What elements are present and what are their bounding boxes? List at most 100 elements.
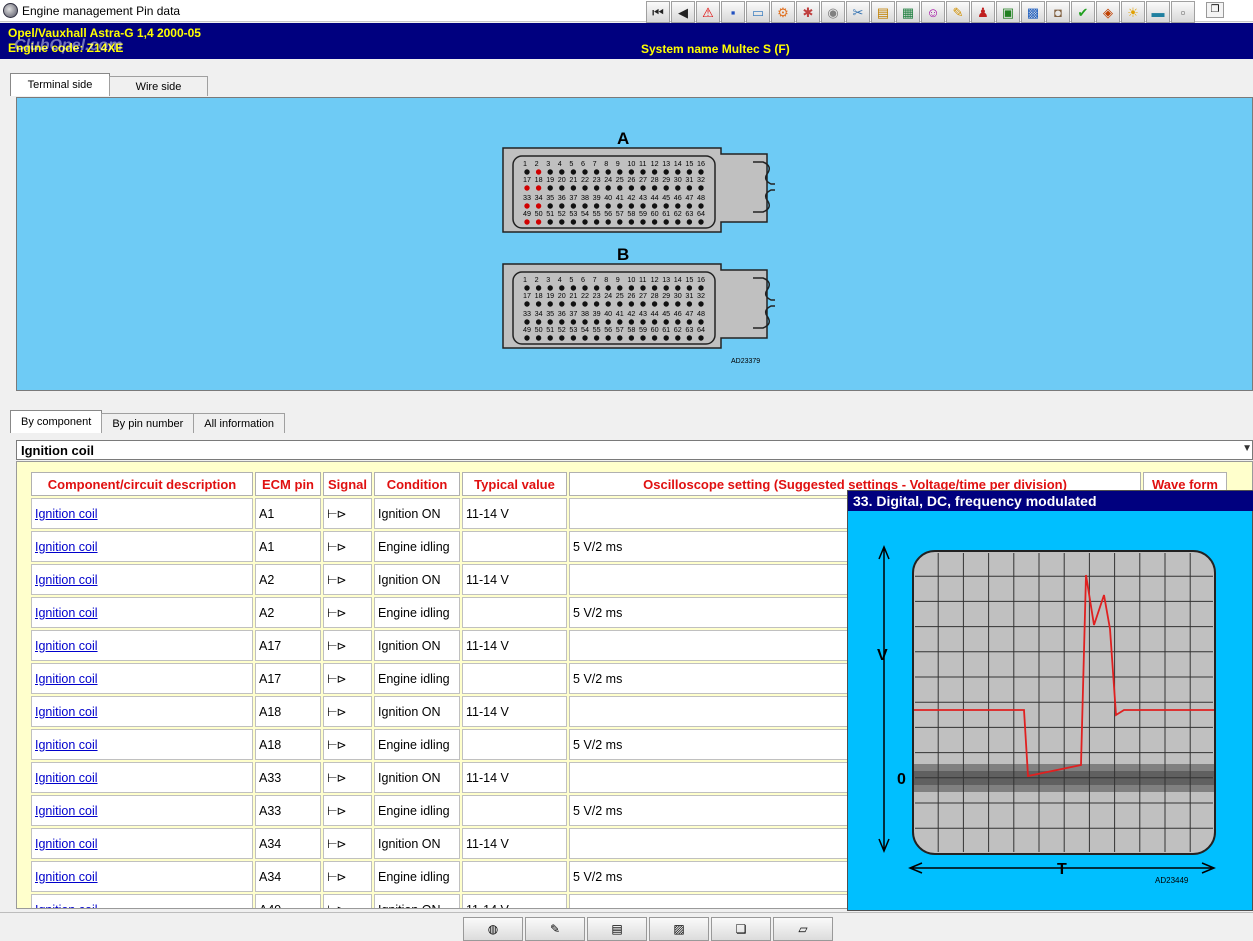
pin[interactable] xyxy=(686,203,693,209)
pin[interactable] xyxy=(640,203,646,209)
pin[interactable] xyxy=(535,319,542,325)
pin[interactable] xyxy=(582,285,588,291)
pin[interactable] xyxy=(628,301,635,307)
copy-icon[interactable]: ❏ xyxy=(711,917,771,941)
pin[interactable] xyxy=(605,301,611,307)
pin[interactable] xyxy=(663,219,669,225)
pin[interactable] xyxy=(686,169,693,175)
pin[interactable] xyxy=(559,185,565,191)
component-link[interactable]: Ignition coil xyxy=(35,639,98,653)
figure-icon[interactable]: ☺ xyxy=(921,1,945,23)
pin[interactable] xyxy=(628,319,635,325)
pin[interactable] xyxy=(651,285,658,291)
pin[interactable] xyxy=(663,285,669,291)
pin[interactable] xyxy=(651,301,658,307)
pin[interactable] xyxy=(617,301,623,307)
component-select[interactable]: Ignition coil ▼ xyxy=(16,440,1253,460)
pencil-icon[interactable]: ✎ xyxy=(525,917,585,941)
component-link[interactable]: Ignition coil xyxy=(35,672,98,686)
pin[interactable] xyxy=(570,319,577,325)
pin[interactable] xyxy=(640,319,646,325)
pin[interactable] xyxy=(559,219,565,225)
pin[interactable] xyxy=(605,335,611,341)
pin-highlighted[interactable] xyxy=(524,203,530,209)
disc-icon[interactable]: ◉ xyxy=(821,1,845,23)
pin[interactable] xyxy=(593,169,600,175)
chevron-down-icon[interactable]: ▼ xyxy=(1242,443,1252,454)
restore-window-button[interactable]: ❐ xyxy=(1206,2,1224,18)
pin[interactable] xyxy=(547,185,553,191)
pin[interactable] xyxy=(651,335,658,341)
pin-highlighted[interactable] xyxy=(535,169,542,175)
pin[interactable] xyxy=(582,185,588,191)
pin[interactable] xyxy=(570,219,577,225)
pin[interactable] xyxy=(524,285,530,291)
pin[interactable] xyxy=(698,285,704,291)
chart-icon[interactable]: ▤ xyxy=(871,1,895,23)
pin[interactable] xyxy=(617,203,623,209)
pin[interactable] xyxy=(617,319,623,325)
component-link[interactable]: Ignition coil xyxy=(35,507,98,521)
note-icon[interactable]: ▫ xyxy=(1171,1,1195,23)
pin[interactable] xyxy=(617,285,623,291)
pen-icon[interactable]: ✎ xyxy=(946,1,970,23)
pin[interactable] xyxy=(651,185,658,191)
pin-highlighted[interactable] xyxy=(535,219,542,225)
pin[interactable] xyxy=(675,185,681,191)
pin[interactable] xyxy=(593,335,600,341)
pin[interactable] xyxy=(582,335,588,341)
pin[interactable] xyxy=(559,169,565,175)
pin[interactable] xyxy=(535,335,542,341)
pin[interactable] xyxy=(675,169,681,175)
pin[interactable] xyxy=(617,219,623,225)
pin[interactable] xyxy=(640,335,646,341)
pin[interactable] xyxy=(559,203,565,209)
pin-highlighted[interactable] xyxy=(535,185,542,191)
pin[interactable] xyxy=(698,169,704,175)
pin[interactable] xyxy=(605,169,611,175)
calendar-icon[interactable]: ▦ xyxy=(896,1,920,23)
component-link[interactable]: Ignition coil xyxy=(35,837,98,851)
pin[interactable] xyxy=(582,169,588,175)
pin[interactable] xyxy=(547,335,553,341)
pin[interactable] xyxy=(547,301,553,307)
stamp-icon[interactable]: ◈ xyxy=(1096,1,1120,23)
first-page-icon[interactable]: ⏮ xyxy=(646,1,670,23)
battery-icon[interactable]: ▬ xyxy=(1146,1,1170,23)
pin[interactable] xyxy=(698,335,704,341)
component-link[interactable]: Ignition coil xyxy=(35,540,98,554)
pin[interactable] xyxy=(547,319,553,325)
pin[interactable] xyxy=(663,319,669,325)
pin[interactable] xyxy=(617,169,623,175)
pin[interactable] xyxy=(698,185,704,191)
sensor-icon[interactable]: ✱ xyxy=(796,1,820,23)
pin[interactable] xyxy=(640,219,646,225)
screen-icon[interactable]: ▭ xyxy=(746,1,770,23)
pin[interactable] xyxy=(593,319,600,325)
pin[interactable] xyxy=(570,285,577,291)
pin[interactable] xyxy=(628,335,635,341)
pin[interactable] xyxy=(547,169,553,175)
pin[interactable] xyxy=(593,285,600,291)
pin[interactable] xyxy=(524,301,530,307)
pin[interactable] xyxy=(663,185,669,191)
pin[interactable] xyxy=(605,185,611,191)
pin[interactable] xyxy=(675,335,681,341)
pin-highlighted[interactable] xyxy=(524,219,530,225)
pin[interactable] xyxy=(570,203,577,209)
pin[interactable] xyxy=(570,185,577,191)
sun-icon[interactable]: ☀ xyxy=(1121,1,1145,23)
pin[interactable] xyxy=(535,301,542,307)
pin[interactable] xyxy=(628,203,635,209)
tab-by-component[interactable]: By component xyxy=(10,410,103,433)
pin[interactable] xyxy=(651,319,658,325)
pin[interactable] xyxy=(640,301,646,307)
tab-all-information[interactable]: All information xyxy=(193,413,285,433)
pin[interactable] xyxy=(675,319,681,325)
component-link[interactable]: Ignition coil xyxy=(35,870,98,884)
pin[interactable] xyxy=(593,185,600,191)
chart-note-icon[interactable]: ▨ xyxy=(649,917,709,941)
pin[interactable] xyxy=(651,203,658,209)
pin[interactable] xyxy=(663,203,669,209)
pin[interactable] xyxy=(605,319,611,325)
